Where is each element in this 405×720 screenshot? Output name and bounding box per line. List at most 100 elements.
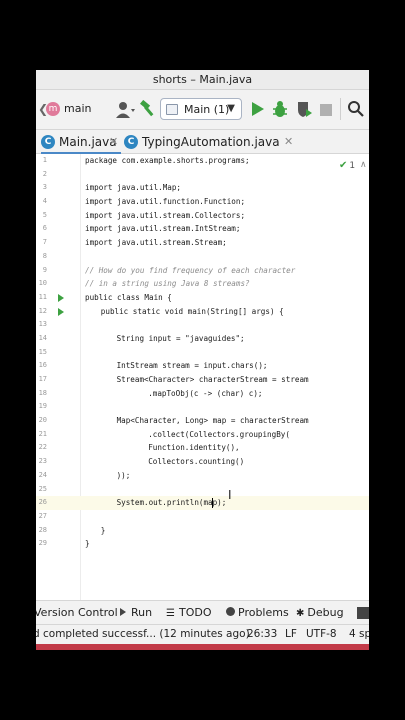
code-line[interactable]: 26 System.out.println(map); [36,496,369,510]
code-text: import java.util.Map; [85,183,182,193]
file-encoding[interactable]: UTF-8 [306,628,337,640]
code-line[interactable]: 3 import java.util.Map; [36,181,369,195]
code-line[interactable]: 28} [36,524,369,538]
tool-problems-label: Problems [238,606,289,619]
tab-main-java[interactable]: C Main.java ✕ [41,130,121,154]
editor-tabs: C Main.java ✕ C TypingAutomation.java ✕ [36,130,369,154]
code-line[interactable]: 23 Collectors.counting() [36,455,369,469]
line-number: 17 [38,375,47,383]
gutter-run-icon[interactable] [58,307,64,316]
code-line[interactable]: 15 [36,346,369,360]
code-line[interactable]: 18 .mapToObj(c -> (char) c); [36,387,369,401]
code-text: public static void main(String[] args) { [100,306,284,316]
code-line[interactable]: 11 public class Main { [36,291,369,305]
code-text: .collect(Collectors.groupingBy( [148,429,290,439]
build-hammer-icon[interactable] [139,99,157,118]
line-number: 22 [38,443,47,452]
code-line[interactable]: 22 Function.identity(), [36,441,369,455]
debug-bug-icon[interactable] [271,100,289,118]
code-line[interactable]: 19 [36,400,369,414]
line-number: 6 [42,224,47,233]
run-configuration-dropdown[interactable]: Main (1) ▼ [160,98,242,120]
code-line[interactable]: 14 String input = "javaguides"; [36,332,369,346]
search-icon[interactable] [347,100,365,118]
code-line[interactable]: 16 IntStream stream = input.chars(); [36,359,369,373]
code-line[interactable]: 2 [36,168,369,182]
line-number: 4 [42,197,47,206]
code-text: } [85,539,90,549]
code-editor[interactable]: 1 package com.example.shorts.programs; 2 3 i… [36,154,369,600]
tool-run[interactable]: Run [120,606,152,619]
inspection-widget[interactable]: ✔ 1 [339,160,355,171]
tool-debug[interactable]: ✱ Debug [296,606,344,619]
code-line[interactable]: 12 public static void main(String[] args)… [36,305,369,319]
code-line[interactable]: 1 package com.example.shorts.programs; [36,154,369,168]
line-separator[interactable]: LF [285,628,297,640]
debug-small-bug-icon: ✱ [296,608,305,619]
java-class-icon: C [41,135,55,149]
tool-run-label: Run [131,606,153,619]
problems-info-icon [226,607,235,616]
line-number: 3 [42,183,47,192]
line-number: 27 [38,511,47,520]
code-line[interactable]: 10 // in a string using Java 8 streams? [36,277,369,291]
gutter-run-icon[interactable] [58,293,64,302]
code-text: public class Main { [85,292,172,302]
user-account-icon[interactable] [116,101,135,119]
tool-problems[interactable]: Problems [226,606,289,619]
tab-typing-automation-java[interactable]: C TypingAutomation.java ✕ [124,130,304,154]
run-button[interactable] [250,100,266,118]
line-number: 25 [38,484,47,493]
code-line[interactable]: 5 import java.util.stream.Collectors; [36,209,369,223]
ide-window: shorts – Main.java ❮ m main Main (1) ▼ C… [36,70,369,650]
line-number: 23 [38,457,47,466]
code-line[interactable]: 13 [36,318,369,332]
stop-icon[interactable] [320,104,332,116]
line-number: 15 [38,347,47,356]
code-text: import java.util.stream.IntStream; [85,224,241,234]
code-lines[interactable]: 1 package com.example.shorts.programs; 2 3 i… [36,154,369,551]
close-icon[interactable]: ✕ [109,135,118,148]
tool-version-control[interactable]: Version Control [36,606,118,619]
line-number: 12 [38,306,47,315]
code-line[interactable]: 4 import java.util.function.Function; [36,195,369,209]
line-number: 16 [38,361,47,370]
code-line[interactable]: 27 [36,510,369,524]
code-text: )); [116,470,131,480]
status-message[interactable]: d completed successf... (12 minutes ago) [36,628,250,640]
status-bar: d completed successf... (12 minutes ago)… [36,624,369,644]
chevron-up-icon[interactable]: ∧ [360,160,367,170]
line-number: 2 [42,169,47,178]
code-line[interactable]: 20 Map<Character, Long> map = characterSt… [36,414,369,428]
code-line[interactable]: 21 .collect(Collectors.groupingBy( [36,428,369,442]
code-line[interactable]: 17 Stream<Character> characterStream = st… [36,373,369,387]
tab-label: TypingAutomation.java [142,135,280,149]
module-badge[interactable]: m [46,102,60,116]
code-text: Map<Character, Long> map = characterStre… [116,416,309,426]
indent-setting[interactable]: 4 spa [349,628,369,640]
module-name[interactable]: main [64,102,91,122]
code-text: import java.util.stream.Collectors; [85,210,246,220]
text-caret [212,498,213,509]
close-icon[interactable]: ✕ [284,135,293,148]
terminal-icon[interactable] [357,607,369,619]
code-text: System.out.println(map); [116,498,227,508]
run-icon [120,608,126,616]
code-line[interactable]: 9 // How do you find frequency of each ch… [36,264,369,278]
caret-position[interactable]: 26:33 [247,628,277,640]
line-number: 24 [38,470,47,479]
line-number: 9 [42,265,47,274]
java-class-icon: C [124,135,138,149]
code-line[interactable]: 24)); [36,469,369,483]
line-number: 21 [38,429,47,438]
code-line[interactable]: 25 [36,483,369,497]
line-number: 20 [38,416,47,425]
coverage-shield-icon[interactable] [295,100,313,118]
code-line[interactable]: 6 import java.util.stream.IntStream; [36,222,369,236]
code-line[interactable]: 7 import java.util.stream.Stream; [36,236,369,250]
tool-todo[interactable]: ☰ TODO [166,606,211,619]
chevron-down-icon: ▼ [227,103,235,114]
tool-debug-label: Debug [307,606,344,619]
code-line[interactable]: 8 [36,250,369,264]
code-line[interactable]: 29} [36,537,369,551]
